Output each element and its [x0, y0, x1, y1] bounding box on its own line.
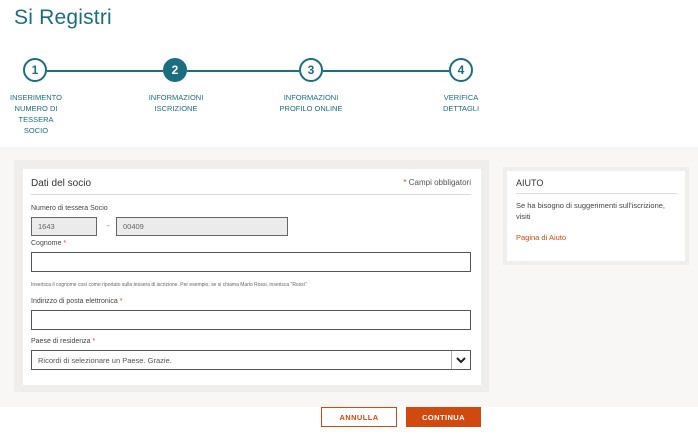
registration-stepper: 1 2 3 4 INSERIMENTO NUMERO DI TESSERA SO… — [0, 58, 698, 138]
card-number-part2-field: 00409 — [116, 217, 288, 236]
country-select-placeholder: Ricordi di selezionare un Paese. Grazie. — [38, 355, 172, 365]
step-4-label: VERIFICA DETTAGLI — [442, 93, 480, 113]
help-title: AIUTO — [516, 178, 544, 188]
stepper-connector — [187, 70, 299, 72]
continue-button[interactable]: CONTINUA — [406, 407, 481, 427]
required-fields-note: * Campi obbligatori — [403, 178, 471, 187]
email-input[interactable] — [31, 310, 471, 330]
surname-input[interactable] — [31, 252, 471, 272]
country-select[interactable]: Ricordi di selezionare un Paese. Grazie. — [31, 350, 471, 370]
card-number-separator: - — [107, 221, 110, 230]
country-label: Paese di residenza * — [31, 338, 96, 345]
cancel-button[interactable]: ANNULLA — [321, 407, 397, 427]
email-label: Indirizzo di posta elettronica * — [31, 298, 123, 305]
step-1-circle: 1 — [23, 58, 47, 82]
step-1-label: INSERIMENTO NUMERO DI TESSERA SOCIO — [10, 93, 62, 135]
surname-label: Cognome * — [31, 240, 67, 247]
card-number-part1-field: 1643 — [31, 217, 97, 236]
stepper-connector — [47, 70, 163, 72]
step-2-label: INFORMAZIONI ISCRIZIONE — [148, 93, 204, 113]
help-text: Se ha bisogno di suggerimenti sull'iscri… — [516, 201, 666, 221]
step-2-circle: 2 — [163, 58, 187, 82]
stepper-connector — [323, 70, 449, 72]
form-divider — [31, 194, 471, 195]
card-number-label: Numero di tessera Socio — [31, 205, 108, 212]
chevron-down-icon[interactable] — [451, 351, 470, 369]
step-3-circle: 3 — [299, 58, 323, 82]
form-heading: Dati del socio — [31, 178, 92, 189]
help-page-link[interactable]: Pagina di Aiuto — [516, 233, 566, 242]
step-3-label: INFORMAZIONI PROFILO ONLINE — [279, 93, 343, 113]
step-4-circle: 4 — [449, 58, 473, 82]
surname-hint: Inserisca il cognome così come riportato… — [31, 282, 307, 288]
page-title: Si Registri — [14, 6, 112, 29]
help-divider — [516, 193, 677, 194]
